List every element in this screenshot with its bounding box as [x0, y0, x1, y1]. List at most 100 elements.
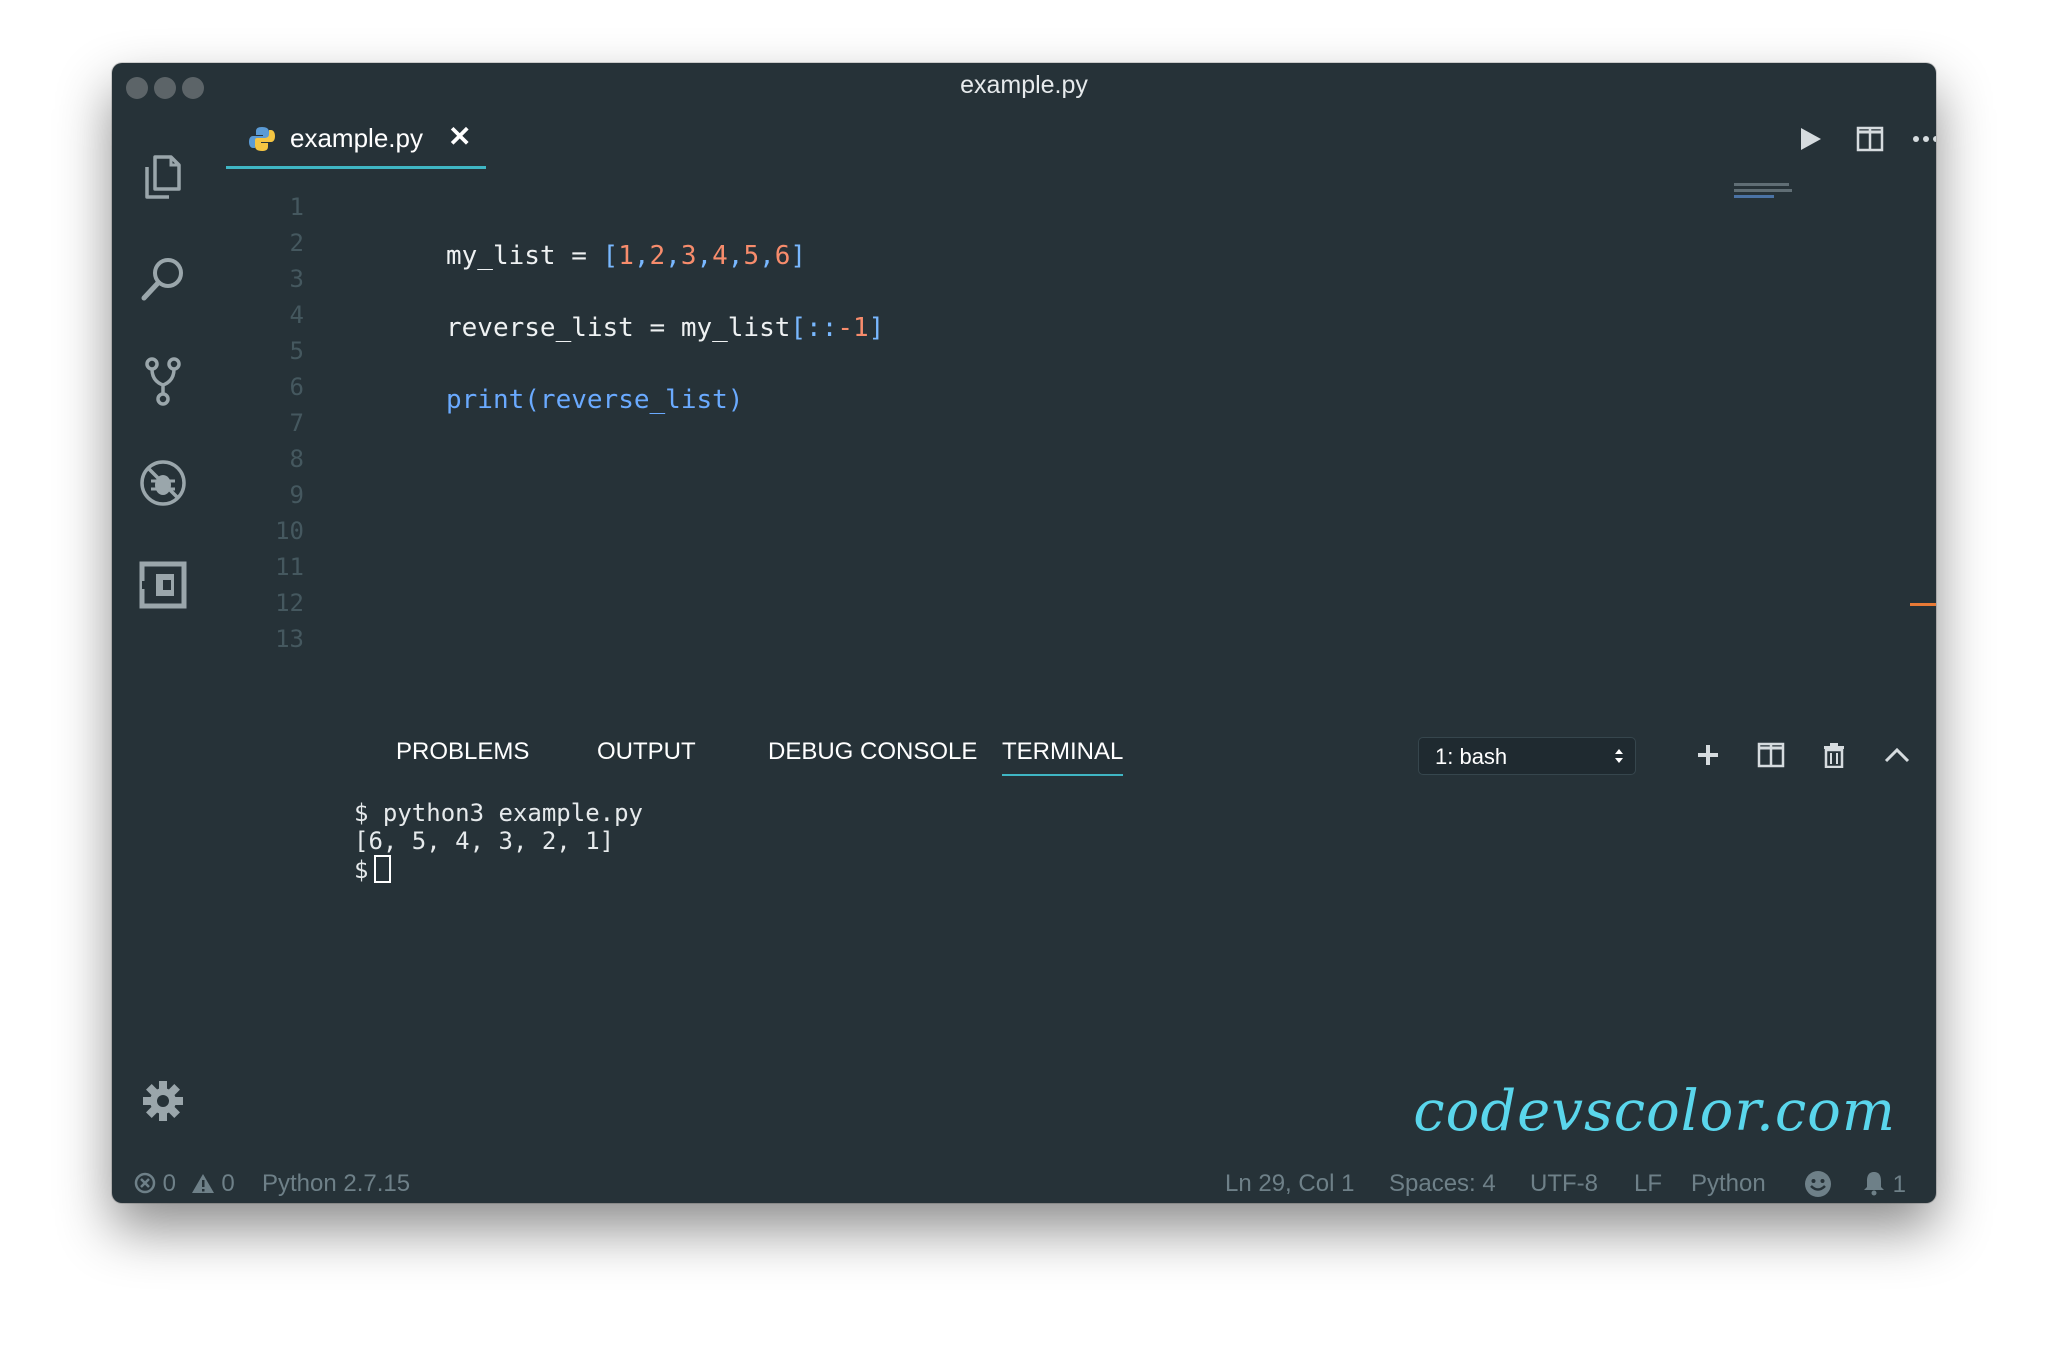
search-button[interactable] [133, 249, 193, 309]
updown-chevron-icon [1615, 749, 1623, 763]
code-token: 4 [712, 241, 728, 271]
vscode-window: example.py example.py ✕ 1 2 3 4 5 6 7 8 … [112, 63, 1936, 1203]
activity-bar [112, 109, 214, 1147]
code-line-5: print(reverse_list) [446, 385, 743, 415]
terminal-line: [6, 5, 4, 3, 2, 1] [354, 827, 615, 855]
window-title: example.py [960, 71, 1088, 99]
code-token: (reverse_list) [524, 385, 744, 415]
editor-tab-bar: example.py ✕ [214, 109, 1936, 169]
line-number: 7 [289, 409, 304, 437]
line-number: 12 [275, 589, 304, 617]
code-token: my_list [680, 313, 791, 343]
code-token: my_list [446, 241, 556, 271]
end-of-line[interactable]: LF [1634, 1170, 1662, 1198]
debug-icon [140, 460, 186, 506]
code-token: 2 [649, 241, 666, 271]
cursor-position[interactable]: Ln 29, Col 1 [1225, 1170, 1354, 1198]
code-token: ] [790, 241, 807, 271]
split-terminal-button[interactable] [1751, 735, 1791, 775]
extensions-button[interactable] [133, 555, 193, 615]
tab-close-button[interactable]: ✕ [448, 120, 471, 153]
line-number: 3 [289, 265, 304, 293]
terminal-selector-value: 1: bash [1435, 744, 1508, 769]
split-editor-button[interactable] [1848, 117, 1892, 161]
code-token: , [727, 241, 744, 271]
new-terminal-button[interactable] [1688, 735, 1728, 775]
terminal-line: $ python3 example.py [354, 799, 643, 827]
code-token: = [555, 241, 603, 271]
chevron-up-icon [1884, 747, 1910, 763]
extensions-icon [139, 561, 187, 609]
tab-problems[interactable]: PROBLEMS [396, 738, 529, 766]
source-control-button[interactable] [133, 351, 193, 411]
code-token: [:: [790, 313, 838, 343]
line-number: 2 [289, 229, 304, 257]
encoding[interactable]: UTF-8 [1530, 1170, 1598, 1198]
terminal-cursor [374, 855, 392, 883]
code-token: 1 [618, 241, 634, 271]
watermark: codevscolor.com [1413, 1079, 1896, 1144]
line-number: 9 [289, 481, 304, 509]
warning-icon [191, 1174, 214, 1193]
more-actions-button[interactable] [1904, 117, 1936, 161]
code-line-3: reverse_list = my_list[::-1] [446, 313, 884, 343]
code-editor[interactable]: 1 2 3 4 5 6 7 8 9 10 11 12 13 my_list = … [214, 169, 1936, 719]
debug-button[interactable] [133, 453, 193, 513]
code-token: , [696, 241, 713, 271]
status-bar: 0 0 Python 2.7.15 Ln 29, Col 1 Spaces: 4… [112, 1163, 1936, 1203]
gear-icon[interactable] [141, 1079, 185, 1123]
new-terminal-icon [1698, 745, 1718, 765]
code-token: , [633, 241, 650, 271]
tab-example-py[interactable]: example.py ✕ [226, 109, 486, 169]
run-button[interactable] [1788, 117, 1832, 161]
code-token: , [665, 241, 681, 271]
line-number: 6 [289, 373, 304, 401]
code-token: = [633, 313, 681, 343]
code-token: 5 [743, 241, 760, 271]
problems-status[interactable]: 0 0 [134, 1170, 235, 1198]
tab-debug-console[interactable]: DEBUG CONSOLE [768, 738, 977, 766]
line-number: 11 [275, 553, 304, 581]
kill-terminal-button[interactable] [1814, 735, 1854, 775]
tab-terminal[interactable]: TERMINAL [1002, 738, 1124, 776]
terminal-prompt: $ [354, 856, 369, 884]
terminal-selector[interactable]: 1: bash [1418, 737, 1636, 775]
feedback-button[interactable] [1804, 1170, 1832, 1200]
maximize-panel-button[interactable] [1877, 735, 1917, 775]
code-token: print [446, 385, 525, 415]
source-control-icon [145, 357, 181, 406]
error-count: 0 [162, 1170, 177, 1197]
tab-output[interactable]: OUTPUT [597, 738, 696, 766]
split-editor-icon [1856, 126, 1884, 152]
notifications[interactable]: 1 [1862, 1170, 1906, 1199]
line-number: 8 [289, 445, 304, 473]
language-mode[interactable]: Python [1691, 1170, 1766, 1198]
code-token: , [759, 241, 775, 271]
code-token: 6 [774, 241, 791, 271]
files-icon [145, 155, 181, 199]
indentation[interactable]: Spaces: 4 [1389, 1170, 1496, 1198]
python-interpreter[interactable]: Python 2.7.15 [262, 1170, 410, 1198]
bell-icon [1864, 1172, 1884, 1196]
code-token: 3 [680, 241, 697, 271]
code-token: [ [602, 241, 619, 271]
minimap[interactable] [1734, 183, 1794, 207]
line-number: 5 [289, 337, 304, 365]
search-icon [141, 258, 183, 301]
code-token: -1 [837, 313, 869, 343]
explorer-button[interactable] [133, 147, 193, 207]
terminal-prompt-line[interactable]: $ [354, 855, 392, 884]
line-number: 4 [289, 301, 304, 329]
code-token: reverse_list [446, 313, 634, 343]
notification-count: 1 [1892, 1171, 1907, 1198]
code-line-1: my_list = [1,2,3,4,5,6] [446, 241, 806, 271]
code-token: ] [868, 313, 885, 343]
error-icon [134, 1172, 156, 1194]
run-icon [1801, 128, 1821, 150]
more-icon [1913, 136, 1936, 142]
warning-count: 0 [221, 1170, 235, 1197]
split-terminal-icon [1757, 742, 1785, 768]
trash-icon [1824, 743, 1844, 768]
scrollbar-marker [1910, 603, 1936, 606]
smiley-icon [1805, 1171, 1831, 1197]
